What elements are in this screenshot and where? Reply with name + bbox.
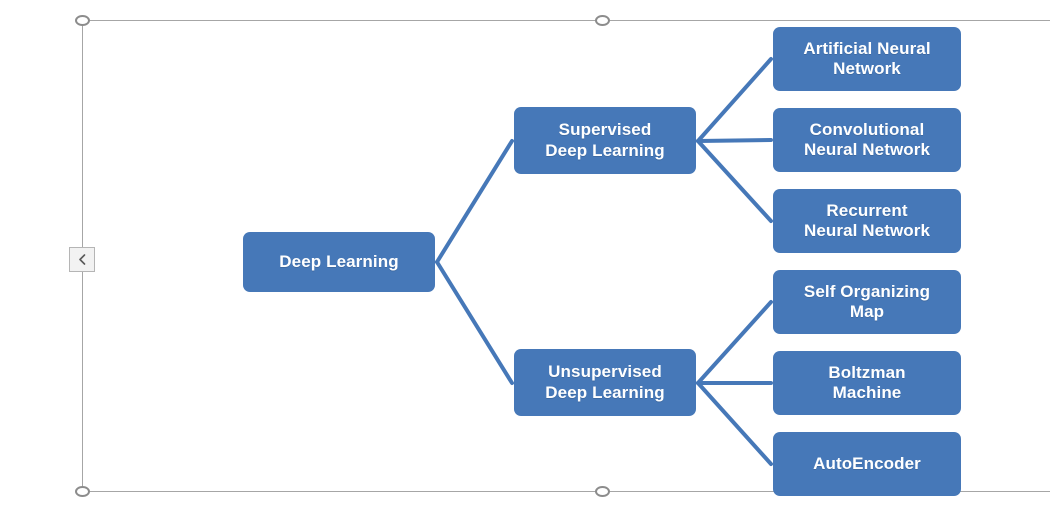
connector-root-to-supervised[interactable]: [435, 139, 514, 264]
node-som[interactable]: Self Organizing Map: [773, 270, 961, 334]
node-cnn[interactable]: Convolutional Neural Network: [773, 108, 961, 172]
node-autoencoder[interactable]: AutoEncoder: [773, 432, 961, 496]
connector-unsupervised-to-som[interactable]: [696, 300, 773, 385]
connector-supervised-to-cnn[interactable]: [696, 138, 773, 143]
connector-supervised-to-rnn[interactable]: [696, 139, 773, 223]
node-label: Unsupervised Deep Learning: [545, 362, 665, 402]
connector-unsupervised-to-autoencoder[interactable]: [696, 381, 773, 466]
node-label: AutoEncoder: [813, 453, 921, 473]
node-label: Recurrent Neural Network: [803, 200, 931, 240]
node-ann[interactable]: Artificial Neural Network: [773, 27, 961, 91]
smartart-canvas[interactable]: Deep Learning Supervised Deep Learning Unsu…: [0, 0, 1050, 520]
connector-root-to-unsupervised[interactable]: [435, 260, 514, 385]
node-label: Boltzman Machine: [828, 362, 906, 402]
node-supervised[interactable]: Supervised Deep Learning: [514, 107, 696, 174]
node-rnn[interactable]: Recurrent Neural Network: [773, 189, 961, 253]
node-label: Supervised Deep Learning: [545, 120, 665, 160]
node-unsupervised[interactable]: Unsupervised Deep Learning: [514, 349, 696, 416]
node-label: Self Organizing Map: [803, 281, 931, 321]
node-root[interactable]: Deep Learning: [243, 232, 435, 292]
connector-supervised-to-ann[interactable]: [696, 57, 773, 143]
node-label: Convolutional Neural Network: [803, 119, 931, 159]
node-label: Artificial Neural Network: [803, 38, 931, 78]
node-label: Deep Learning: [279, 251, 399, 271]
node-boltzman[interactable]: Boltzman Machine: [773, 351, 961, 415]
